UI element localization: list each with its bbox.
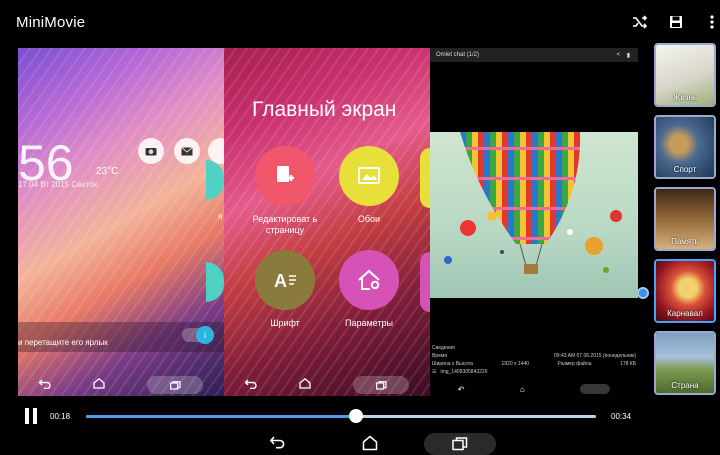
delete-icon: ▮: [626, 52, 630, 59]
home-item-font: A Шрифт: [240, 250, 330, 329]
home-icon[interactable]: [358, 434, 382, 452]
info-label: Ширина x Высота: [432, 361, 473, 367]
info-label: Время: [432, 353, 448, 359]
info-value: 178 КБ: [620, 361, 636, 367]
video-preview[interactable]: 56 23°C 17:04 Вт 2015 Свиток я и перетащ…: [18, 48, 638, 396]
next-item-peek: [420, 252, 430, 312]
playback-bar: 00:18 00:34: [0, 400, 720, 430]
seek-handle[interactable]: [349, 409, 364, 423]
balloon-photo: [430, 132, 638, 298]
settings-label: Параметры: [345, 318, 393, 328]
theme-label: Страна: [671, 381, 699, 390]
theme-thumb-country[interactable]: Страна: [654, 331, 716, 395]
app-toolbar: MiniMovie: [0, 0, 720, 44]
info-row: ☰ img_1409305843226: [430, 368, 638, 376]
side-label: я: [218, 212, 223, 221]
edit-page-label: Редактироват ь страницу: [252, 214, 318, 235]
theme-strip: Жизнь Спорт Память Карнавал Страна: [650, 40, 720, 400]
chat-photo-pane: Omlet chat (1/2) < ▮ Сведения Время 09:4…: [430, 48, 638, 396]
camera-icon: [138, 138, 164, 164]
save-icon[interactable]: [666, 12, 686, 32]
pause-icon: [33, 408, 37, 424]
info-value: 09:43 AM 07.06.2015 (понедельник): [554, 353, 636, 359]
lockscreen-pane: 56 23°C 17:04 Вт 2015 Свиток я и перетащ…: [18, 48, 224, 396]
back-icon[interactable]: [266, 434, 290, 452]
theme-thumb-memory[interactable]: Память: [654, 187, 716, 251]
info-row: Время 09:43 AM 07.06.2015 (понедельник): [430, 352, 638, 360]
chat-header-title: Omlet chat (1/2): [436, 52, 480, 58]
chat-header: Omlet chat (1/2) < ▮: [430, 48, 638, 62]
info-label: Размер файла: [557, 361, 592, 367]
font-label: Шрифт: [270, 318, 300, 328]
theme-thumb-sport[interactable]: Спорт: [654, 115, 716, 179]
svg-text:A: A: [274, 271, 287, 290]
recents-icon: [580, 384, 611, 394]
total-time: 00:34: [611, 412, 632, 421]
pane-navbar: ↶ ⌂: [430, 382, 638, 396]
home-icon: ⌂: [519, 384, 525, 394]
home-icon: [299, 376, 311, 394]
wallpaper-icon: [339, 146, 399, 206]
back-icon: [38, 376, 51, 394]
back-icon: ↶: [457, 384, 465, 394]
photo-info: Сведения Время 09:43 AM 07.06.2015 (поне…: [430, 344, 638, 376]
recents-button[interactable]: [424, 433, 496, 455]
theme-label: Спорт: [673, 165, 697, 174]
drag-hint: и перетащите его ярлык: [18, 338, 108, 347]
current-time: 00:18: [50, 412, 71, 421]
info-title: Сведения: [432, 345, 455, 351]
more-vert-icon[interactable]: [702, 12, 720, 32]
mail-icon: [174, 138, 200, 164]
home-screen-pane: Главный экран Редактироват ь страницу Об…: [224, 48, 430, 396]
home-icon: [93, 376, 105, 394]
wallpaper-label: Обои: [357, 214, 381, 224]
theme-thumb-carnival[interactable]: Карнавал: [654, 259, 716, 323]
recents-icon: [353, 376, 409, 394]
home-item-settings: Параметры: [324, 250, 414, 329]
toggle-knob: i: [196, 326, 214, 344]
info-title-row: Сведения: [430, 344, 638, 352]
toggle-switch: i: [182, 326, 214, 344]
pane-navbar: [18, 374, 224, 396]
home-item-wallpaper: Обои: [324, 146, 414, 225]
info-value: img_1409305843226: [440, 369, 488, 375]
info-value: 1920 x 1440: [501, 361, 530, 367]
seek-bar[interactable]: [86, 409, 596, 423]
timeline-marker[interactable]: [637, 287, 649, 299]
app-title: MiniMovie: [16, 14, 86, 31]
home-screen-title: Главный экран: [252, 98, 397, 121]
font-icon: A: [255, 250, 315, 310]
lockscreen-temperature: 23°C: [96, 166, 119, 177]
info-row: Ширина x Высота 1920 x 1440 Размер файла…: [430, 360, 638, 368]
theme-label: Память: [671, 237, 699, 246]
next-item-peek: [420, 148, 430, 208]
pause-button[interactable]: [24, 408, 38, 424]
share-icon: <: [616, 52, 620, 58]
edit-page-icon: [255, 146, 315, 206]
recents-icon: [448, 435, 472, 453]
home-settings-icon: [339, 250, 399, 310]
theme-label: Карнавал: [667, 309, 703, 318]
theme-label: Жизнь: [672, 93, 698, 102]
shuffle-icon[interactable]: [630, 12, 650, 32]
home-item-edit-page: Редактироват ь страницу: [240, 146, 330, 236]
lockscreen-date: 17:04 Вт 2015 Свиток: [18, 180, 98, 189]
system-navbar: [0, 430, 720, 455]
seek-progress: [86, 415, 357, 418]
pane-navbar: [224, 374, 430, 396]
back-icon: [244, 376, 257, 394]
theme-thumb-life[interactable]: Жизнь: [654, 43, 716, 107]
recents-icon: [147, 376, 203, 394]
pause-icon: [25, 408, 29, 424]
